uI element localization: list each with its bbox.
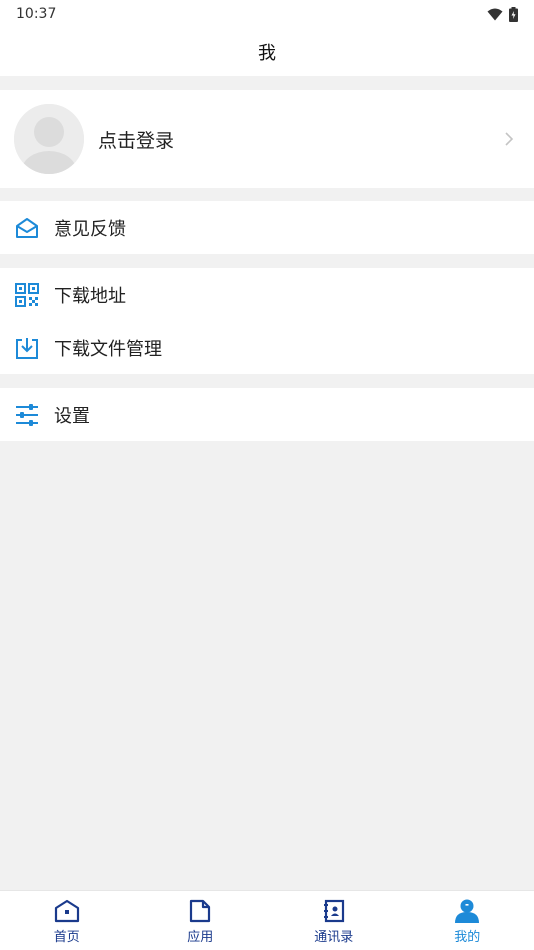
tab-apps[interactable]: 应用	[134, 891, 268, 950]
menu-item-label: 意见反馈	[54, 218, 126, 240]
chevron-right-icon	[505, 132, 514, 146]
wifi-icon	[487, 8, 503, 20]
bottom-tab-bar: 首页 应用 通讯录 我的	[0, 890, 534, 950]
tab-label: 我的	[454, 929, 481, 945]
qr-code-icon	[14, 282, 40, 308]
menu-group-settings: 设置	[0, 388, 534, 441]
tab-home[interactable]: 首页	[0, 891, 134, 950]
battery-icon	[509, 6, 518, 22]
menu-group-feedback: 意见反馈	[0, 201, 534, 254]
tab-me[interactable]: 我的	[401, 891, 534, 950]
status-time: 10:37	[16, 6, 57, 22]
menu-item-feedback[interactable]: 意见反馈	[0, 201, 534, 254]
document-icon	[190, 899, 211, 922]
download-icon	[14, 335, 40, 361]
tab-label: 通讯录	[314, 929, 354, 945]
menu-item-label: 下载文件管理	[54, 338, 162, 360]
page-header: 我	[0, 28, 534, 76]
default-avatar-icon	[14, 104, 84, 174]
menu-item-settings[interactable]: 设置	[0, 388, 534, 441]
contacts-icon	[323, 899, 344, 922]
home-icon	[54, 899, 79, 922]
tab-contacts[interactable]: 通讯录	[267, 891, 401, 950]
login-label: 点击登录	[98, 129, 175, 152]
person-icon	[455, 899, 480, 923]
menu-item-label: 下载地址	[54, 285, 126, 307]
menu-item-label: 设置	[54, 405, 90, 427]
menu-item-download-files[interactable]: 下载文件管理	[0, 321, 534, 374]
tab-label: 应用	[187, 929, 214, 945]
menu-item-download-address[interactable]: 下载地址	[0, 268, 534, 321]
status-bar: 10:37	[0, 0, 534, 28]
profile-login-row[interactable]: 点击登录	[0, 90, 534, 188]
status-icons	[487, 6, 518, 22]
page-title: 我	[258, 43, 276, 64]
menu-group-downloads: 下载地址 下载文件管理	[0, 268, 534, 374]
mail-icon	[14, 215, 40, 241]
avatar	[14, 104, 84, 174]
sliders-icon	[14, 402, 40, 428]
tab-label: 首页	[53, 929, 80, 945]
